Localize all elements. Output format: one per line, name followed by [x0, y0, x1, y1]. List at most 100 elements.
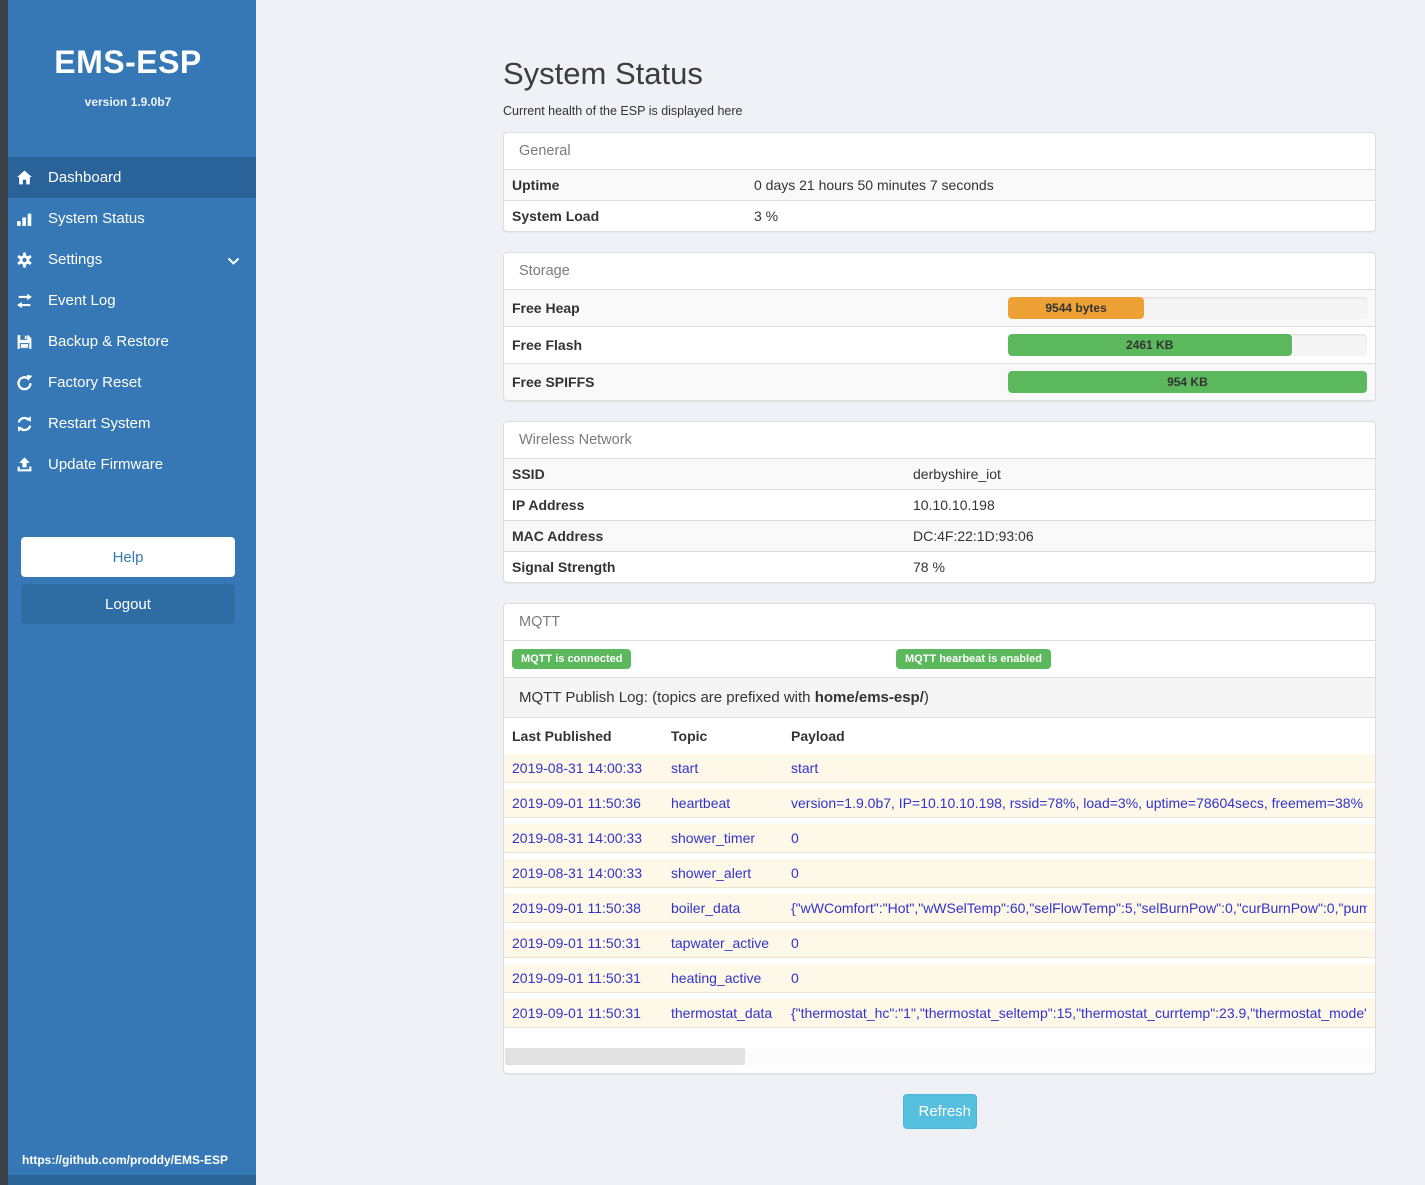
mqtt-topic-prefix: home/ems-esp/ [815, 689, 924, 706]
table-row: MAC AddressDC:4F:22:1D:93:06 [504, 520, 1375, 551]
sidebar-item-label: Event Log [48, 292, 116, 309]
mqtt-log-row: 2019-09-01 11:50:31heating_active0 [504, 964, 1375, 993]
window-edge-strip [0, 0, 8, 1185]
log-payload: version=1.9.0b7, IP=10.10.10.198, rssid=… [791, 795, 1367, 811]
row-value: derbyshire_iot [913, 466, 1001, 482]
row-value: 0 days 21 hours 50 minutes 7 seconds [754, 177, 994, 193]
github-link[interactable]: https://github.com/proddy/EMS-ESP [0, 1153, 256, 1175]
main-content: System Status Current health of the ESP … [256, 0, 1425, 1185]
gear-icon [16, 251, 33, 268]
panel-general-header: General [504, 133, 1375, 169]
table-row: System Load3 % [504, 200, 1375, 231]
sidebar-footer-bar [0, 1175, 256, 1185]
row-label: SSID [512, 466, 913, 482]
panel-storage: Storage Free Heap9544 bytesFree Flash246… [503, 252, 1376, 401]
log-topic: shower_timer [671, 830, 791, 846]
sidebar-item-event-log[interactable]: Event Log [0, 280, 256, 321]
progress-bar-fill: 954 KB [1008, 371, 1367, 393]
mqtt-log-row: 2019-08-31 14:00:33startstart [504, 754, 1375, 783]
status-badge: MQTT is connected [512, 649, 631, 669]
sidebar-item-label: Restart System [48, 415, 151, 432]
sidebar-item-label: Dashboard [48, 169, 121, 186]
log-payload: 0 [791, 830, 1367, 846]
column-topic: Topic [671, 728, 791, 744]
log-last-published: 2019-08-31 14:00:33 [512, 830, 671, 846]
table-row: Free Flash2461 KB [504, 326, 1375, 363]
mqtt-log-header-row: Last Published Topic Payload [504, 718, 1375, 754]
sidebar-item-settings[interactable]: Settings [0, 239, 256, 280]
log-topic: tapwater_active [671, 935, 791, 951]
log-last-published: 2019-09-01 11:50:38 [512, 900, 671, 916]
logout-button[interactable]: Logout [21, 584, 235, 624]
mqtt-log-banner: MQTT Publish Log: (topics are prefixed w… [504, 677, 1375, 718]
sidebar-item-label: Update Firmware [48, 456, 163, 473]
mqtt-log-banner-text: MQTT Publish Log: (topics are prefixed w… [519, 689, 815, 706]
reset-arrow-icon [16, 374, 33, 391]
app-title: EMS-ESP [0, 44, 256, 81]
chevron-down-icon [227, 254, 240, 265]
log-topic: heartbeat [671, 795, 791, 811]
log-topic: heating_active [671, 970, 791, 986]
sidebar-item-dashboard[interactable]: Dashboard [0, 157, 256, 198]
bar-chart-icon [16, 210, 33, 227]
log-last-published: 2019-08-31 14:00:33 [512, 865, 671, 881]
table-row: SSIDderbyshire_iot [504, 458, 1375, 489]
log-last-published: 2019-09-01 11:50:36 [512, 795, 671, 811]
mqtt-log-row: 2019-08-31 14:00:33shower_timer0 [504, 824, 1375, 853]
table-row: IP Address10.10.10.198 [504, 489, 1375, 520]
log-last-published: 2019-09-01 11:50:31 [512, 935, 671, 951]
sidebar-item-restart-system[interactable]: Restart System [0, 403, 256, 444]
home-icon [16, 169, 33, 186]
log-topic: boiler_data [671, 900, 791, 916]
row-value: DC:4F:22:1D:93:06 [913, 528, 1034, 544]
floppy-save-icon [16, 333, 33, 350]
progress-bar-fill: 9544 bytes [1008, 297, 1144, 319]
sidebar-item-label: Settings [48, 251, 102, 268]
row-value: 3 % [754, 208, 778, 224]
row-label: Free SPIFFS [512, 374, 1008, 390]
table-row: Signal Strength78 % [504, 551, 1375, 582]
sidebar-item-label: Factory Reset [48, 374, 141, 391]
mqtt-log-row: 2019-09-01 11:50:36heartbeatversion=1.9.… [504, 789, 1375, 818]
sidebar-item-system-status[interactable]: System Status [0, 198, 256, 239]
storage-table: Free Heap9544 bytesFree Flash2461 KBFree… [504, 289, 1375, 400]
table-row: Free Heap9544 bytes [504, 289, 1375, 326]
general-table: Uptime0 days 21 hours 50 minutes 7 secon… [504, 169, 1375, 231]
log-payload: {"wWComfort":"Hot","wWSelTemp":60,"selFl… [791, 900, 1367, 916]
log-payload: 0 [791, 935, 1367, 951]
panel-mqtt-header: MQTT [504, 604, 1375, 640]
sidebar-item-label: Backup & Restore [48, 333, 169, 350]
help-button[interactable]: Help [21, 537, 235, 577]
panel-mqtt: MQTT MQTT is connectedMQTT hearbeat is e… [503, 603, 1376, 1074]
panel-wireless: Wireless Network SSIDderbyshire_iotIP Ad… [503, 421, 1376, 583]
log-topic: start [671, 760, 791, 776]
panel-wireless-header: Wireless Network [504, 422, 1375, 458]
log-payload: {"thermostat_hc":"1","thermostat_seltemp… [791, 1005, 1367, 1021]
log-topic: thermostat_data [671, 1005, 791, 1021]
row-label: MAC Address [512, 528, 913, 544]
upload-icon [16, 456, 33, 473]
mqtt-log-row: 2019-09-01 11:50:31tapwater_active0 [504, 929, 1375, 958]
horizontal-scrollbar-track[interactable] [505, 1048, 1374, 1065]
progress-bar-track: 2461 KB [1008, 334, 1367, 356]
horizontal-scrollbar-thumb[interactable] [505, 1048, 745, 1065]
sidebar-item-backup-restore[interactable]: Backup & Restore [0, 321, 256, 362]
app-brand: EMS-ESP version 1.9.0b7 [0, 0, 256, 109]
column-last-published: Last Published [512, 728, 671, 744]
panel-general: General Uptime0 days 21 hours 50 minutes… [503, 132, 1376, 232]
sidebar-menu: Dashboard System Status Settings Event Log B… [0, 157, 256, 485]
panel-storage-header: Storage [504, 253, 1375, 289]
sidebar-item-factory-reset[interactable]: Factory Reset [0, 362, 256, 403]
table-row: Free SPIFFS954 KB [504, 363, 1375, 400]
mqtt-log-row: 2019-08-31 14:00:33shower_alert0 [504, 859, 1375, 888]
refresh-button[interactable]: Refresh [903, 1094, 977, 1129]
progress-bar-fill: 2461 KB [1008, 334, 1292, 356]
log-topic: shower_alert [671, 865, 791, 881]
sidebar-item-update-firmware[interactable]: Update Firmware [0, 444, 256, 485]
page-subtitle: Current health of the ESP is displayed h… [503, 104, 1376, 118]
progress-bar-track: 9544 bytes [1008, 297, 1367, 319]
log-last-published: 2019-08-31 14:00:33 [512, 760, 671, 776]
sidebar-item-label: System Status [48, 210, 145, 227]
log-last-published: 2019-09-01 11:50:31 [512, 1005, 671, 1021]
column-payload: Payload [791, 728, 1367, 744]
